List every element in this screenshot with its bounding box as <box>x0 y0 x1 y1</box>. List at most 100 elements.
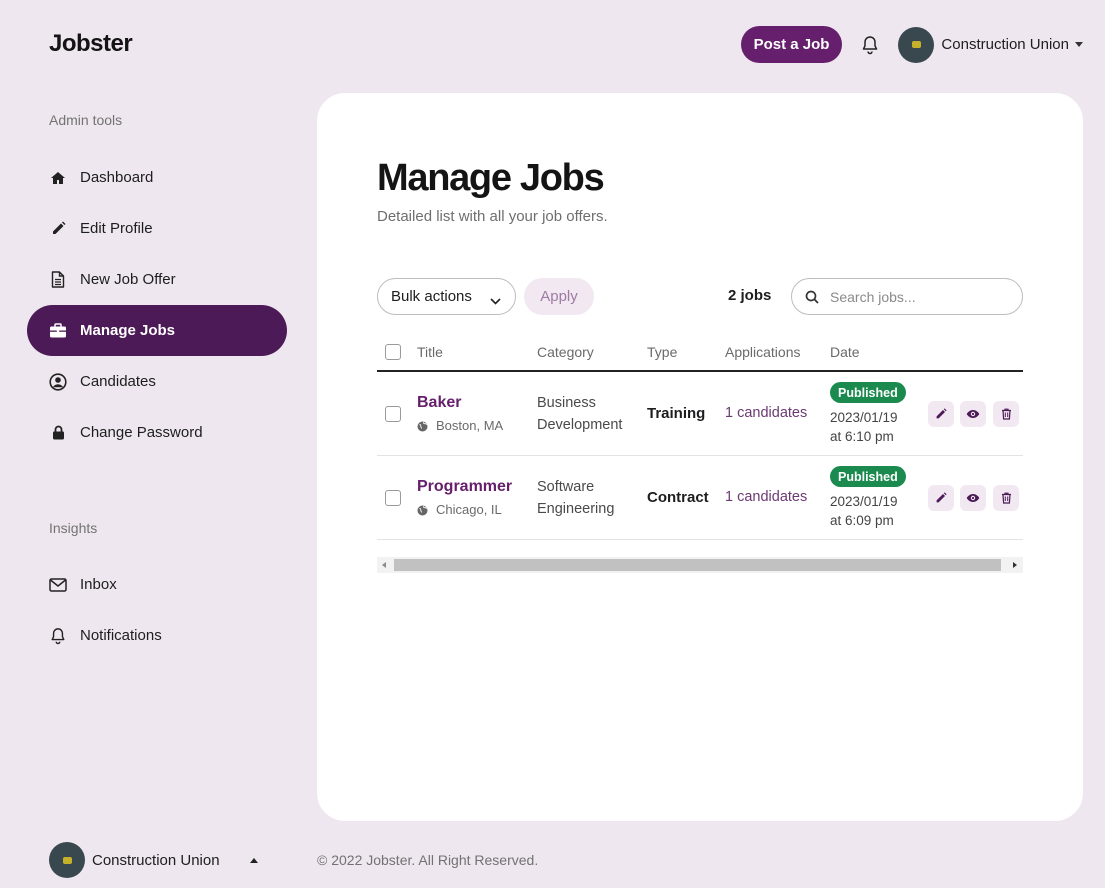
applications-link[interactable]: 1 candidates <box>725 405 807 421</box>
job-date: 2023/01/19 at 6:10 pm <box>830 408 898 446</box>
sidebar-item-notifications[interactable]: Notifications <box>27 610 287 661</box>
job-title-link[interactable]: Baker <box>417 394 461 412</box>
post-job-button[interactable]: Post a Job <box>740 26 843 63</box>
bell-icon[interactable] <box>860 35 880 55</box>
globe-icon <box>417 420 428 432</box>
scrollbar-thumb[interactable] <box>394 559 1001 571</box>
eye-icon <box>966 410 980 418</box>
globe-icon <box>417 504 428 516</box>
category-line: Development <box>537 417 623 433</box>
page-title: Manage Jobs <box>377 157 605 199</box>
document-icon <box>49 271 67 289</box>
column-category: Category <box>537 344 594 360</box>
sidebar-item-manage-jobs[interactable]: Manage Jobs <box>27 305 287 356</box>
search-box <box>791 278 1023 315</box>
app-logo[interactable]: Jobster <box>49 30 133 58</box>
sidebar-item-label: Candidates <box>80 373 156 390</box>
sidebar-item-label: Notifications <box>80 627 162 644</box>
job-location: Boston, MA <box>417 418 503 433</box>
envelope-icon <box>49 576 67 594</box>
caret-up-icon <box>249 857 258 863</box>
bulk-actions-select[interactable]: Bulk actions <box>377 278 516 315</box>
sidebar-item-dashboard[interactable]: Dashboard <box>27 152 287 203</box>
date-line: 2023/01/19 <box>830 494 898 509</box>
category-line: Engineering <box>537 501 615 517</box>
user-menu[interactable]: Construction Union <box>898 26 1083 63</box>
avatar <box>49 842 85 878</box>
main-card: Manage Jobs Detailed list with all your … <box>317 93 1083 821</box>
category-line: Business <box>537 395 596 411</box>
sidebar-item-candidates[interactable]: Candidates <box>27 356 287 407</box>
pencil-icon <box>936 408 947 419</box>
job-location: Chicago, IL <box>417 502 502 517</box>
sidebar-item-label: Manage Jobs <box>80 322 176 339</box>
bell-icon <box>49 627 67 645</box>
sidebar: Admin tools Dashboard Edit Profile New J… <box>27 100 287 661</box>
row-checkbox[interactable] <box>385 490 401 506</box>
job-type: Training <box>647 405 706 422</box>
sidebar-item-label: Inbox <box>80 576 117 593</box>
lock-icon <box>49 424 67 442</box>
delete-button[interactable] <box>993 401 1019 427</box>
column-applications: Applications <box>725 344 801 360</box>
user-name: Construction Union <box>92 851 220 869</box>
sidebar-item-edit-profile[interactable]: Edit Profile <box>27 203 287 254</box>
sidebar-item-label: Dashboard <box>80 169 154 186</box>
user-name: Construction Union <box>941 36 1069 53</box>
apply-button[interactable]: Apply <box>524 278 594 315</box>
search-input[interactable] <box>830 288 1010 305</box>
row-checkbox[interactable] <box>385 406 401 422</box>
section-label-insights: Insights <box>49 520 98 536</box>
scroll-right-arrow[interactable] <box>1013 562 1017 568</box>
view-button[interactable] <box>960 485 986 511</box>
edit-button[interactable] <box>928 485 954 511</box>
job-type: Contract <box>647 489 709 506</box>
category-line: Software <box>537 479 595 495</box>
table-row: Baker Boston, MA Business Development Tr… <box>377 372 1023 456</box>
pencil-icon <box>936 492 947 503</box>
select-all-checkbox[interactable] <box>385 344 401 360</box>
sidebar-item-label: Change Password <box>80 424 203 441</box>
sidebar-item-new-job-offer[interactable]: New Job Offer <box>27 254 287 305</box>
top-bar: Post a Job Construction Union <box>740 26 1083 63</box>
sidebar-item-change-password[interactable]: Change Password <box>27 407 287 458</box>
column-title: Title <box>417 344 443 360</box>
edit-button[interactable] <box>928 401 954 427</box>
search-icon <box>805 290 819 304</box>
table-header: Title Category Type Applications Date <box>377 329 1023 372</box>
eye-icon <box>966 494 980 502</box>
sidebar-item-label: New Job Offer <box>80 271 176 288</box>
trash-icon <box>1001 408 1011 420</box>
pencil-icon <box>49 220 67 238</box>
status-badge: Published <box>830 382 906 403</box>
job-date: 2023/01/19 at 6:09 pm <box>830 492 898 530</box>
status-badge: Published <box>830 466 906 487</box>
table-row: Programmer Chicago, IL Software Engineer… <box>377 456 1023 540</box>
date-line: 2023/01/19 <box>830 410 898 425</box>
caret-down-icon <box>1075 42 1083 47</box>
user-circle-icon <box>49 372 67 391</box>
job-count: 2 jobs <box>728 287 772 304</box>
scroll-left-arrow[interactable] <box>382 562 386 568</box>
view-button[interactable] <box>960 401 986 427</box>
delete-button[interactable] <box>993 485 1019 511</box>
sidebar-user-menu[interactable]: Construction Union <box>49 842 258 878</box>
date-line: at 6:09 pm <box>830 513 894 528</box>
briefcase-icon <box>49 322 67 340</box>
sidebar-item-label: Edit Profile <box>80 220 153 237</box>
page-subtitle: Detailed list with all your job offers. <box>377 208 608 225</box>
job-category: Software Engineering <box>537 476 637 520</box>
home-icon <box>49 169 67 187</box>
job-category: Business Development <box>537 392 637 436</box>
avatar <box>898 26 935 63</box>
applications-link[interactable]: 1 candidates <box>725 489 807 505</box>
horizontal-scrollbar[interactable] <box>377 557 1023 573</box>
date-line: at 6:10 pm <box>830 429 894 444</box>
table-toolbar: Bulk actions Apply 2 jobs <box>377 278 1023 315</box>
job-title-link[interactable]: Programmer <box>417 478 512 496</box>
footer-copyright: © 2022 Jobster. All Right Reserved. <box>317 852 539 868</box>
chevron-down-icon <box>490 292 501 309</box>
column-date: Date <box>830 344 860 360</box>
sidebar-item-inbox[interactable]: Inbox <box>27 559 287 610</box>
jobs-table: Title Category Type Applications Date Ba… <box>377 329 1023 540</box>
